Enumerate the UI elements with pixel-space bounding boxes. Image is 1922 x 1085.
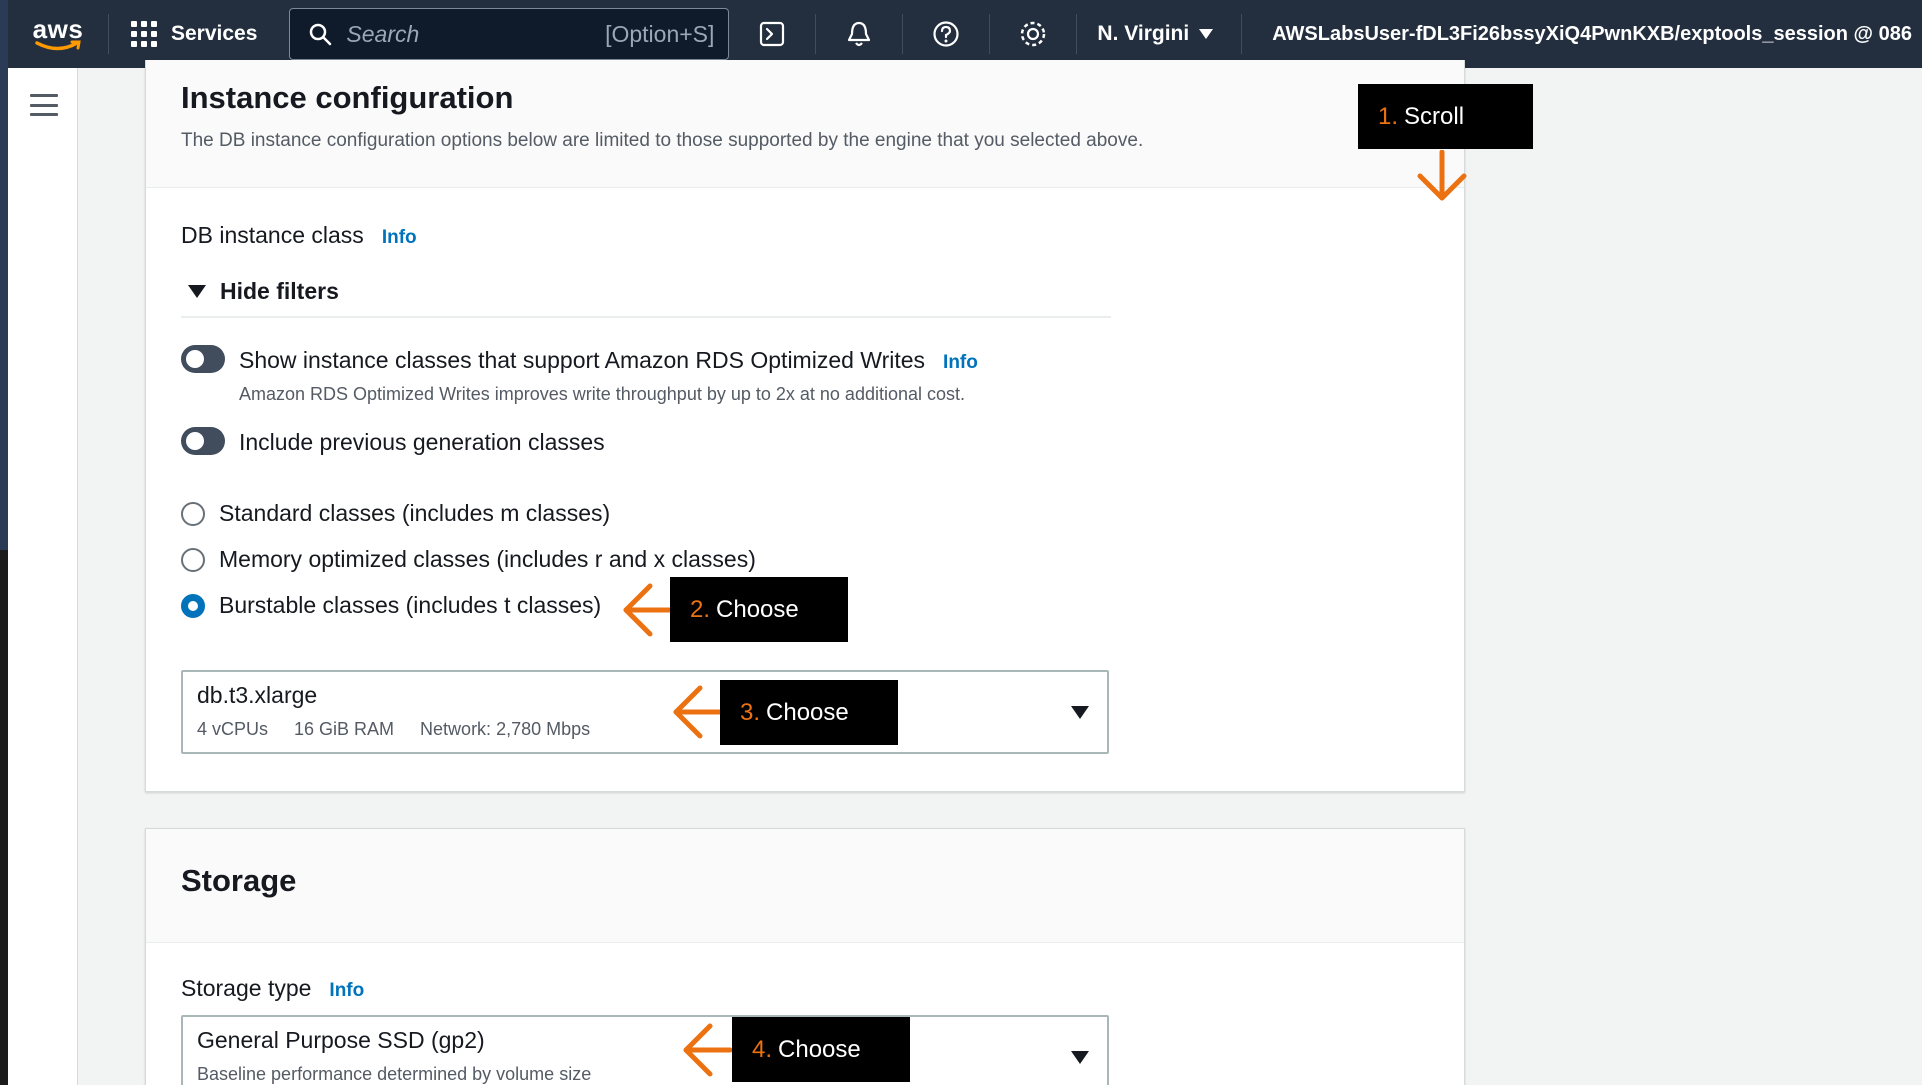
caret-down-icon <box>1071 706 1089 719</box>
cloudshell-button[interactable] <box>729 0 815 68</box>
caret-down-icon <box>1199 29 1214 39</box>
info-link[interactable]: Info <box>329 980 364 1002</box>
annotation-text: Choose <box>716 595 799 623</box>
radio-button-selected[interactable] <box>181 593 205 618</box>
annotation-number: 3. <box>740 698 761 726</box>
vcpus-value: 4 vCPUs <box>197 719 269 739</box>
top-navigation-bar: aws Services Search [Option+S] N. Virgin… <box>8 0 1922 68</box>
side-navigation <box>8 68 78 1085</box>
storage-type-label: Storage type <box>181 975 312 1001</box>
annotation-choose-burstable: 2. Choose <box>670 577 848 642</box>
search-input[interactable]: Search [Option+S] <box>289 8 730 60</box>
db-instance-class-label-row: DB instance class Info <box>181 222 417 249</box>
optimized-writes-label: Show instance classes that support Amazo… <box>239 347 926 373</box>
help-button[interactable] <box>903 0 989 68</box>
search-icon <box>310 23 332 46</box>
select-details: 4 vCPUs 16 GiB RAM Network: 2,780 Mbps <box>197 719 1093 740</box>
aws-smile-icon <box>35 40 81 51</box>
info-link[interactable]: Info <box>382 227 417 249</box>
panel-header: Storage <box>146 829 1464 943</box>
annotation-number: 2. <box>690 595 711 623</box>
account-menu[interactable]: AWSLabsUser-fDL3Fi26bssyXiQ4PwnKXB/expto… <box>1242 23 1922 46</box>
settings-button[interactable] <box>990 0 1076 68</box>
section-description: The DB instance configuration options be… <box>181 130 1144 151</box>
radio-label: Burstable classes (includes t classes) <box>219 592 602 618</box>
bell-icon <box>848 21 871 47</box>
instance-class-select[interactable]: db.t3.xlarge 4 vCPUs 16 GiB RAM Network:… <box>181 670 1109 754</box>
filters-divider <box>181 316 1111 318</box>
ram-value: 16 GiB RAM <box>294 719 395 739</box>
services-menu-button[interactable]: Services <box>109 0 279 68</box>
annotation-text: Choose <box>778 1035 861 1063</box>
db-instance-class-label: DB instance class <box>181 222 364 248</box>
services-label: Services <box>171 22 258 45</box>
storage-type-label-row: Storage type Info <box>181 975 364 1002</box>
annotation-choose-instance-class: 3. Choose <box>720 680 898 745</box>
annotation-scroll: 1. Scroll <box>1358 84 1533 149</box>
optimized-writes-toggle-row: Show instance classes that support Amazo… <box>181 345 978 405</box>
previous-gen-toggle-row: Include previous generation classes <box>181 427 605 456</box>
search-shortcut-hint: [Option+S] <box>605 20 715 47</box>
arrow-left-icon <box>623 583 672 637</box>
search-placeholder: Search <box>346 20 420 47</box>
caret-down-icon <box>1071 1051 1089 1064</box>
arrow-left-icon <box>673 685 722 739</box>
arrow-down-icon <box>1417 150 1467 201</box>
radio-label: Memory optimized classes (includes r and… <box>219 546 756 572</box>
previous-gen-toggle[interactable] <box>181 427 225 455</box>
notifications-button[interactable] <box>816 0 902 68</box>
storage-type-description: Baseline performance determined by volum… <box>197 1064 592 1084</box>
section-title: Instance configuration <box>181 80 514 115</box>
panel-header: Instance configuration The DB instance c… <box>146 60 1464 188</box>
storage-type-select[interactable]: General Purpose SSD (gp2) Baseline perfo… <box>181 1015 1109 1085</box>
aws-logo[interactable]: aws <box>8 0 108 68</box>
cloudshell-icon <box>760 21 785 47</box>
info-link[interactable]: Info <box>943 352 978 374</box>
optimized-writes-text: Show instance classes that support Amazo… <box>239 347 978 405</box>
aws-logo-text: aws <box>32 14 84 44</box>
hide-filters-toggle[interactable]: Hide filters <box>188 278 339 305</box>
window-edge-lower <box>0 550 8 1085</box>
select-value: db.t3.xlarge <box>197 682 318 708</box>
menu-icon[interactable] <box>30 94 58 116</box>
radio-memory-optimized-classes[interactable]: Memory optimized classes (includes r and… <box>181 546 756 573</box>
optimized-writes-toggle[interactable] <box>181 345 225 373</box>
optimized-writes-description: Amazon RDS Optimized Writes improves wri… <box>239 384 966 404</box>
annotation-text: Choose <box>766 698 849 726</box>
caret-down-icon <box>188 285 206 298</box>
region-label: N. Virgini <box>1097 22 1190 45</box>
radio-label: Standard classes (includes m classes) <box>219 500 611 526</box>
network-value: Network: 2,780 Mbps <box>420 719 591 739</box>
select-value: General Purpose SSD (gp2) <box>197 1027 485 1053</box>
region-selector[interactable]: N. Virgini <box>1077 0 1241 68</box>
radio-standard-classes[interactable]: Standard classes (includes m classes) <box>181 500 610 527</box>
select-description: Baseline performance determined by volum… <box>197 1064 1093 1085</box>
help-icon <box>933 21 960 47</box>
gear-icon <box>1021 21 1046 47</box>
annotation-number: 1. <box>1378 102 1399 130</box>
previous-gen-label: Include previous generation classes <box>239 429 605 455</box>
arrow-left-icon <box>683 1023 732 1077</box>
apps-grid-icon <box>131 21 157 47</box>
annotation-choose-storage-type: 4. Choose <box>732 1017 910 1082</box>
hide-filters-label: Hide filters <box>220 278 339 304</box>
annotation-number: 4. <box>752 1035 773 1063</box>
radio-button[interactable] <box>181 501 205 526</box>
radio-burstable-classes[interactable]: Burstable classes (includes t classes) <box>181 592 601 619</box>
radio-button[interactable] <box>181 547 205 572</box>
section-title: Storage <box>181 863 297 898</box>
annotation-text: Scroll <box>1404 102 1465 130</box>
